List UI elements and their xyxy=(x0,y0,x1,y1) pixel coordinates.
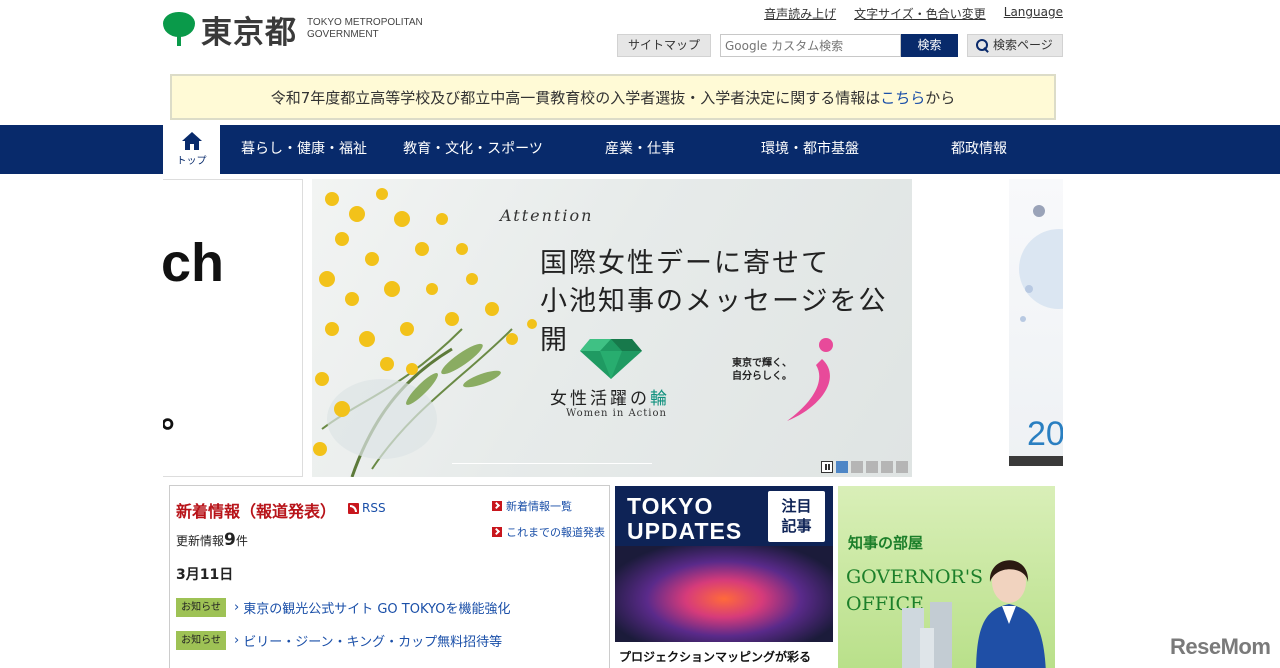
search-page-label: 検索ページ xyxy=(993,38,1053,52)
pause-icon[interactable] xyxy=(821,461,833,473)
carousel-dot-2[interactable] xyxy=(851,461,863,473)
featured-badge: 注目 記事 xyxy=(768,491,825,542)
emerald-gem-icon xyxy=(580,339,642,379)
news-title: 新着情報（報道発表） xyxy=(176,502,337,521)
search-page-button[interactable]: 検索ページ xyxy=(967,34,1063,57)
carousel-dot-5[interactable] xyxy=(896,461,908,473)
news-list-link[interactable]: 新着情報一覧 xyxy=(492,498,605,514)
resemom-watermark: ReseMom xyxy=(1170,634,1271,659)
news-tag: お知らせ xyxy=(176,598,226,617)
attention-label: Attention xyxy=(500,206,594,225)
search-input[interactable] xyxy=(720,34,901,57)
carousel-dot-3[interactable] xyxy=(866,461,878,473)
logo-kanji: 東京都 xyxy=(201,14,297,51)
ginkgo-leaf-icon xyxy=(163,12,195,46)
hero-left-text2: 。 xyxy=(163,397,195,435)
tokyo-tower-building-image xyxy=(902,602,952,668)
chevron-right-icon: › xyxy=(234,600,240,615)
carousel-dot-4[interactable] xyxy=(881,461,893,473)
news-item: お知らせ › ビリー・ジーン・キング・カップ無料招待等 xyxy=(176,631,502,650)
news-panel: 新着情報（報道発表） RSS 新着情報一覧 これまでの報道発表 更新情報9件 3… xyxy=(169,485,610,668)
women-action-logo-icon xyxy=(787,338,833,421)
past-press-link[interactable]: これまでの報道発表 xyxy=(492,524,605,540)
news-item: お知らせ › 東京の観光公式サイト GO TOKYOを機能強化 xyxy=(176,598,510,617)
nav-item-education[interactable]: 教育・文化・スポーツ xyxy=(388,125,558,174)
exam-notice-banner: 令和7年度都立高等学校及び都立中高一貫教育校の入学者選抜・入学者決定に関する情報… xyxy=(170,74,1056,120)
governors-office-banner[interactable]: 知事の部屋 GOVERNOR'S OFFICE xyxy=(838,486,1055,668)
hero-right-decoration xyxy=(1019,205,1063,322)
hero-slide-current[interactable]: Attention 国際女性デーに寄せて 小池知事のメッセージを公開 女性活躍の… xyxy=(312,179,912,477)
carousel-dot-1[interactable] xyxy=(836,461,848,473)
news-side-links: 新着情報一覧 これまでの報道発表 xyxy=(492,498,605,550)
carousel-controls xyxy=(821,461,908,473)
notice-link[interactable]: こちら xyxy=(880,87,925,108)
arrow-right-icon xyxy=(492,501,502,511)
governor-room-jp: 知事の部屋 xyxy=(848,534,924,552)
hero-slide-previous[interactable]: ch 。 xyxy=(163,179,303,477)
nav-item-industry[interactable]: 産業・仕事 xyxy=(575,125,705,174)
read-aloud-link[interactable]: 音声読み上げ xyxy=(764,5,836,22)
hero-title-line1: 国際女性デーに寄せて xyxy=(540,248,830,279)
tokyo-updates-logo: TOKYO UPDATES xyxy=(627,493,743,544)
hero-right-bar xyxy=(1009,456,1063,466)
governor-portrait-image xyxy=(976,560,1046,668)
language-link[interactable]: Language xyxy=(1004,5,1063,22)
rss-icon xyxy=(348,502,359,514)
nav-item-environment[interactable]: 環境・都市基盤 xyxy=(735,125,885,174)
chevron-right-icon: › xyxy=(234,633,240,648)
hero-divider xyxy=(452,463,652,464)
hero-right-year: 20 xyxy=(1027,415,1063,453)
home-icon xyxy=(181,132,202,150)
nav-item-government[interactable]: 都政情報 xyxy=(910,125,1048,174)
hero-left-text: ch xyxy=(163,233,225,293)
text-size-color-link[interactable]: 文字サイズ・色合い変更 xyxy=(854,5,986,22)
women-in-action-en: Women in Action xyxy=(566,408,667,419)
search-icon xyxy=(976,38,990,53)
sitemap-button[interactable]: サイトマップ xyxy=(617,34,711,57)
arrow-right-icon xyxy=(492,527,502,537)
tokyo-logo[interactable]: 東京都 TOKYO METROPOLITAN GOVERNMENT xyxy=(163,11,423,51)
nav-home-label: トップ xyxy=(176,156,207,167)
search-button[interactable]: 検索 xyxy=(901,34,958,57)
utility-links: 音声読み上げ 文字サイズ・色合い変更 Language xyxy=(764,5,1063,22)
nav-item-life[interactable]: 暮らし・健康・福祉 xyxy=(230,125,378,174)
rss-link[interactable]: RSS xyxy=(348,501,386,515)
update-count: 更新情報9件 xyxy=(176,530,248,550)
logo-english: TOKYO METROPOLITAN GOVERNMENT xyxy=(307,17,423,40)
news-date: 3月11日 xyxy=(176,567,234,583)
projection-mapping-image xyxy=(615,546,833,642)
hero-slide-next[interactable]: 20 xyxy=(1009,179,1063,466)
notice-text: 令和7年度都立高等学校及び都立中高一貫教育校の入学者選抜・入学者決定に関する情報… xyxy=(270,88,881,107)
women-in-action-jp: 女性活躍の輪 xyxy=(550,389,670,409)
tokyo-updates-caption: プロジェクションマッピングが彩る xyxy=(615,642,833,668)
news-item-link[interactable]: 東京の観光公式サイト GO TOKYOを機能強化 xyxy=(243,598,510,617)
notice-text-end: から xyxy=(925,88,956,107)
tokyo-updates-banner[interactable]: TOKYO UPDATES 注目 記事 プロジェクションマッピングが彩る xyxy=(615,486,833,668)
news-item-link[interactable]: ビリー・ジーン・キング・カップ無料招待等 xyxy=(243,631,502,650)
nav-home[interactable]: トップ xyxy=(163,125,220,174)
news-tag: お知らせ xyxy=(176,631,226,650)
